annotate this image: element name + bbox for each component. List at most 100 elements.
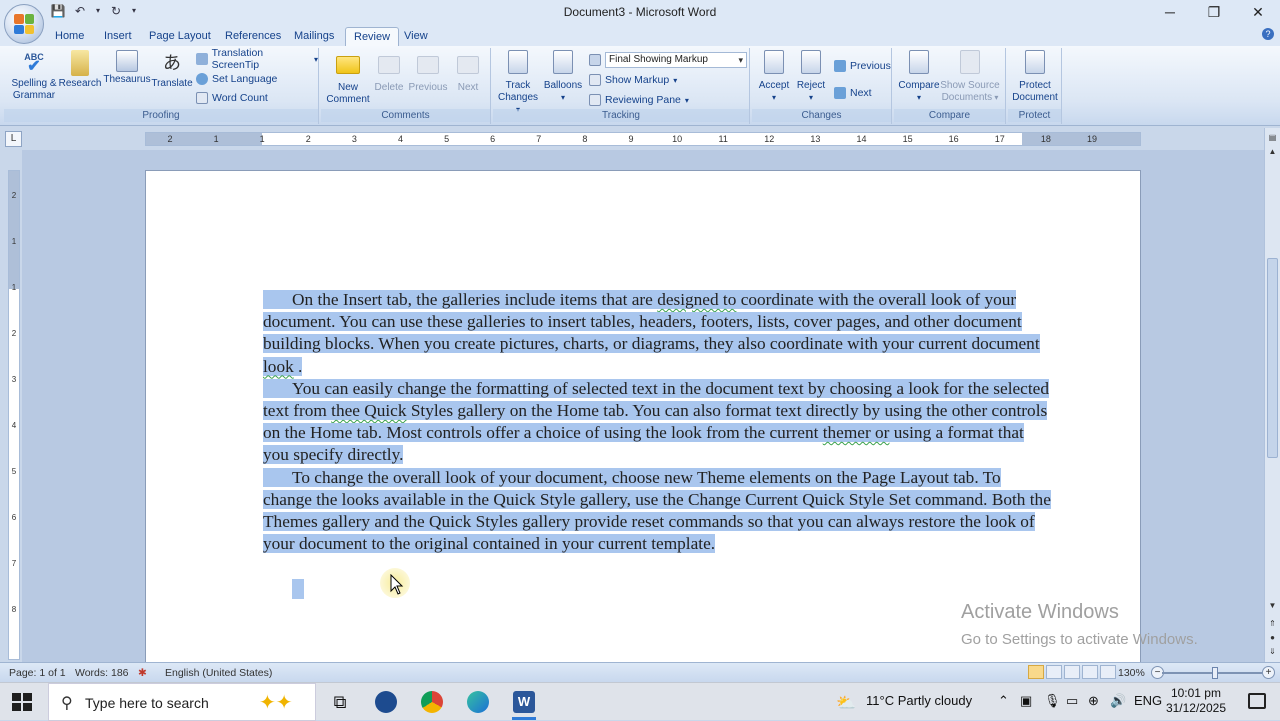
reviewing-pane-button[interactable]: Reviewing Pane ▾ <box>589 92 689 108</box>
camera-icon[interactable]: ▣ <box>1020 693 1032 709</box>
delete-comment-button[interactable]: Delete <box>369 50 409 94</box>
scroll-down-icon[interactable]: ▼ <box>1267 600 1278 612</box>
proofing-error-icon[interactable]: ✱ <box>138 667 147 679</box>
scroll-up-icon[interactable]: ▲ <box>1267 146 1278 158</box>
taskbar-search[interactable]: ⚲ Type here to search ✦✦ <box>48 683 316 721</box>
task-view-icon[interactable]: ⧉ <box>322 687 358 717</box>
horizontal-ruler[interactable]: 2 1 1 2 3 4 5 6 7 8 9 10 11 12 13 14 15 16 17 18 19 <box>145 132 1141 146</box>
show-source-documents-button[interactable]: Show Source Documents ▾ <box>940 50 1000 104</box>
ruler-tick-label: 9 <box>628 134 634 144</box>
ruler-tick-label: 3 <box>351 134 357 144</box>
previous-page-icon[interactable]: ⇑ <box>1267 618 1278 630</box>
language-tray[interactable]: ENG <box>1134 693 1162 708</box>
accept-button[interactable]: Accept ▾ <box>754 50 794 104</box>
tab-view[interactable]: View <box>396 27 436 46</box>
next-comment-button[interactable]: Next <box>448 50 488 94</box>
show-source-label: Show Source <box>940 80 1000 91</box>
print-layout-view-button[interactable] <box>1028 665 1044 679</box>
close-button[interactable]: ✕ <box>1236 0 1280 24</box>
ruler-tick-label: 15 <box>902 134 913 144</box>
research-button[interactable]: Research <box>57 50 103 90</box>
volume-icon[interactable]: 🔊 <box>1110 693 1126 709</box>
tab-review[interactable]: Review <box>345 27 400 46</box>
full-screen-reading-button[interactable] <box>1046 665 1062 679</box>
microphone-icon[interactable]: 🎙 <box>1044 693 1061 709</box>
show-markup-button[interactable]: Show Markup ▾ <box>589 72 677 88</box>
word-count[interactable]: Words: 186 <box>75 667 129 679</box>
edge-icon[interactable] <box>460 687 496 717</box>
draft-view-button[interactable] <box>1100 665 1116 679</box>
spelling-grammar-button[interactable]: ABC ✔ Spelling & Grammar <box>8 50 60 102</box>
tab-page-layout[interactable]: Page Layout <box>141 27 219 46</box>
notification-icon[interactable] <box>1248 693 1266 709</box>
network-icon[interactable]: ⊕ <box>1088 693 1099 709</box>
accept-icon <box>764 50 784 74</box>
zoom-in-button[interactable]: + <box>1262 666 1275 679</box>
word-count-label: Word Count <box>212 92 268 104</box>
customize-qat-icon[interactable]: ▾ <box>130 3 138 19</box>
tray-chevron-icon[interactable]: ⌃ <box>998 693 1009 709</box>
set-language-button[interactable]: Set Language <box>196 71 277 87</box>
group-protect: Protect Document Protect <box>1008 48 1062 124</box>
activate-windows-subtitle: Go to Settings to activate Windows. <box>961 631 1198 648</box>
document-label: Document <box>1012 92 1058 103</box>
battery-icon[interactable]: ▭ <box>1066 693 1078 709</box>
undo-dropdown-icon[interactable]: ▾ <box>94 3 102 19</box>
track-changes-button[interactable]: Track Changes ▾ <box>495 50 541 116</box>
restore-button[interactable]: ❐ <box>1192 0 1236 24</box>
scroll-thumb[interactable] <box>1267 258 1278 458</box>
weather-text[interactable]: 11°C Partly cloudy <box>866 693 972 708</box>
zoom-level[interactable]: 130% <box>1118 667 1145 679</box>
display-for-review-combo[interactable]: Final Showing Markup <box>605 52 747 68</box>
ruler-tick-label: 19 <box>1086 134 1097 144</box>
language-indicator[interactable]: English (United States) <box>165 667 272 679</box>
vertical-scrollbar[interactable]: ▤ ▲ ▼ ⇑ ● ⇓ <box>1264 128 1280 662</box>
thesaurus-button[interactable]: Thesaurus <box>102 50 152 86</box>
paragraph-2[interactable]: You can easily change the formatting of … <box>263 378 1053 467</box>
tab-insert[interactable]: Insert <box>96 27 140 46</box>
weather-icon[interactable]: ⛅ <box>836 693 856 713</box>
clock[interactable]: 10:01 pm 31/12/2025 <box>1166 686 1226 716</box>
app-icon-1[interactable] <box>368 687 404 717</box>
translation-screentip-button[interactable]: Translation ScreenTip ▾ <box>196 47 318 71</box>
browse-object-icon[interactable]: ● <box>1267 632 1278 644</box>
clock-date: 31/12/2025 <box>1165 701 1226 715</box>
previous-change-button[interactable]: Previous <box>834 58 891 74</box>
new-comment-button[interactable]: New Comment <box>325 50 371 106</box>
undo-icon[interactable]: ↶ <box>72 3 88 19</box>
translate-button[interactable]: あ Translate <box>150 50 194 90</box>
compare-button[interactable]: Compare ▾ <box>896 50 942 104</box>
balloons-button[interactable]: Balloons ▾ <box>541 50 585 104</box>
document-canvas[interactable]: On the Insert tab, the galleries include… <box>22 150 1264 662</box>
outline-view-button[interactable] <box>1082 665 1098 679</box>
tab-references[interactable]: References <box>217 27 289 46</box>
track-label: Track <box>505 80 531 91</box>
next-page-icon[interactable]: ⇓ <box>1267 646 1278 658</box>
translate-icon: あ <box>163 53 181 73</box>
tab-home[interactable]: Home <box>47 27 92 46</box>
document-page[interactable]: On the Insert tab, the galleries include… <box>145 170 1141 662</box>
next-change-button[interactable]: Next <box>834 85 872 101</box>
zoom-slider-thumb[interactable] <box>1212 667 1218 679</box>
word-taskbar-icon[interactable]: W <box>506 687 542 720</box>
word-count-button[interactable]: Word Count <box>196 90 268 106</box>
web-layout-button[interactable] <box>1064 665 1080 679</box>
previous-comment-button[interactable]: Previous <box>407 50 449 94</box>
office-button[interactable] <box>4 4 44 44</box>
windows-start-icon[interactable] <box>12 693 32 711</box>
reject-button[interactable]: Reject ▾ <box>792 50 830 104</box>
redo-icon[interactable]: ↻ <box>108 3 124 19</box>
tab-mailings[interactable]: Mailings <box>286 27 342 46</box>
document-body[interactable]: On the Insert tab, the galleries include… <box>263 289 1053 555</box>
minimize-button[interactable]: ─ <box>1148 0 1192 24</box>
page-count[interactable]: Page: 1 of 1 <box>9 667 66 679</box>
help-icon[interactable]: ? <box>1262 28 1274 40</box>
save-icon[interactable]: 💾 <box>50 3 66 19</box>
paragraph-1[interactable]: On the Insert tab, the galleries include… <box>263 289 1053 378</box>
ruler-toggle-icon[interactable]: ▤ <box>1267 132 1278 144</box>
protect-document-button[interactable]: Protect Document <box>1010 50 1060 104</box>
tab-selector[interactable]: L <box>5 131 22 147</box>
vertical-ruler[interactable]: 2 1 1 2 3 4 5 6 7 8 <box>8 170 20 660</box>
paragraph-3[interactable]: To change the overall look of your docum… <box>263 467 1053 556</box>
chrome-icon[interactable] <box>414 687 450 717</box>
